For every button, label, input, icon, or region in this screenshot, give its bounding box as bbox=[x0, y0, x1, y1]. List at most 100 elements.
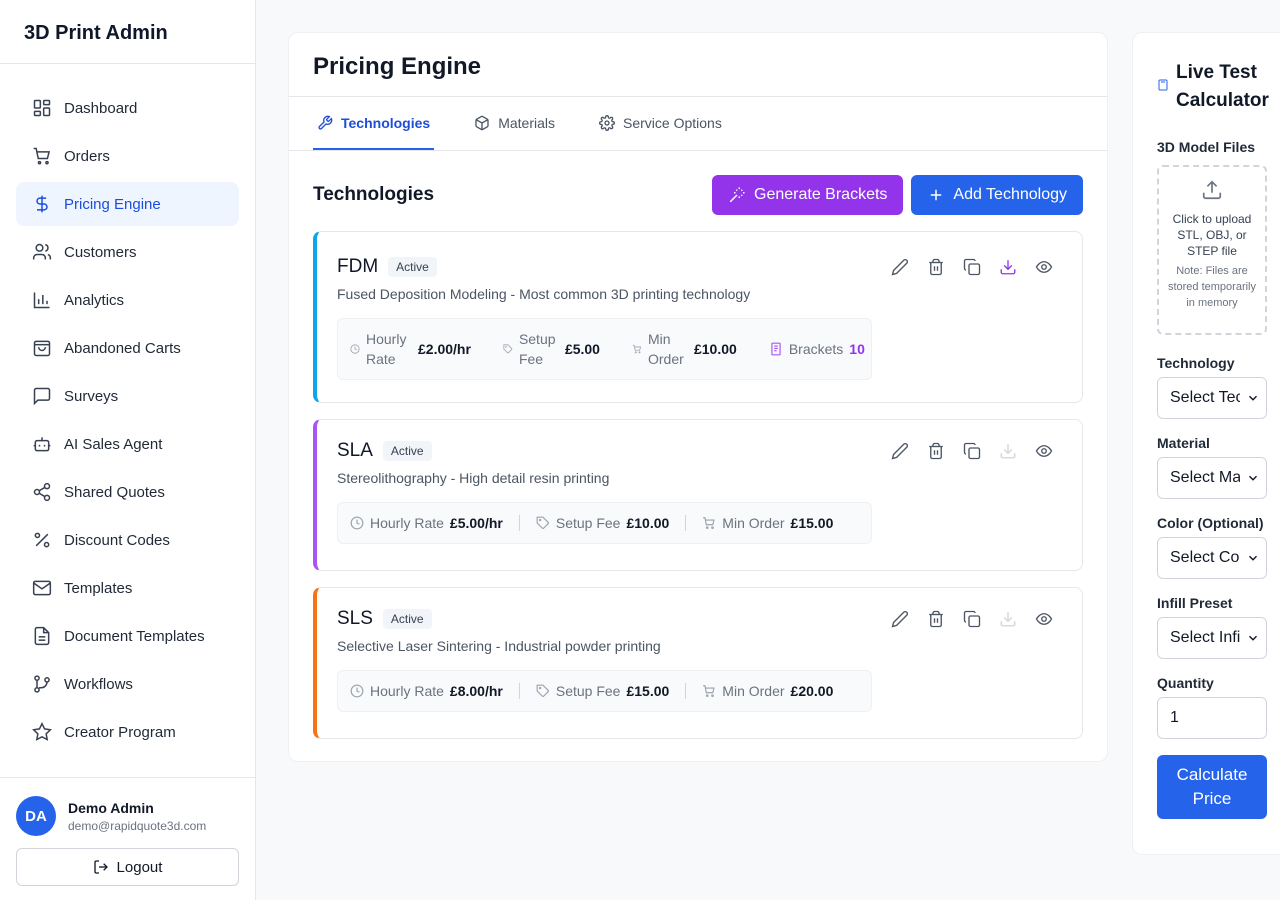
sidebar-item-customers[interactable]: Customers bbox=[16, 230, 239, 274]
min-order-value: £10.00 bbox=[693, 341, 737, 357]
app-title: 3D Print Admin bbox=[0, 0, 255, 64]
sidebar-item-label: Abandoned Carts bbox=[64, 339, 181, 357]
user-name: Demo Admin bbox=[68, 799, 154, 816]
cart-icon bbox=[703, 517, 716, 530]
tab-service-options[interactable]: Service Options bbox=[595, 97, 726, 150]
copy-icon bbox=[963, 442, 981, 460]
sidebar-item-surveys[interactable]: Surveys bbox=[16, 374, 239, 418]
sidebar-item-creator-program[interactable]: Creator Program bbox=[16, 710, 239, 754]
view-button[interactable] bbox=[1034, 609, 1054, 629]
logout-icon bbox=[93, 860, 108, 874]
document-icon bbox=[34, 626, 50, 646]
quantity-input[interactable]: 1 bbox=[1157, 697, 1267, 739]
sidebar-item-templates[interactable]: Templates bbox=[16, 566, 239, 610]
sidebar-item-label: Analytics bbox=[64, 291, 125, 309]
dollar-icon bbox=[36, 195, 48, 213]
sidebar-item-analytics[interactable]: Analytics bbox=[16, 278, 239, 322]
live-calculator-panel: Live Test Calculator 3D Model Files Clic… bbox=[1132, 32, 1280, 855]
technology-card-sla: SLA Active Stereolithography - High deta… bbox=[313, 419, 1083, 571]
min-order-value: £20.00 bbox=[790, 683, 834, 699]
material-select[interactable]: Select Material bbox=[1157, 457, 1267, 499]
generate-brackets-label: Generate Brackets bbox=[754, 186, 888, 203]
sidebar-item-abandoned-carts[interactable]: Abandoned Carts bbox=[16, 326, 239, 370]
sidebar-item-workflows[interactable]: Workflows bbox=[16, 662, 239, 706]
copy-icon bbox=[963, 258, 981, 276]
calculator-title: Live Test Calculator bbox=[1176, 62, 1269, 111]
download-icon bbox=[1000, 612, 1016, 627]
material-select-value: Select Material bbox=[1170, 469, 1240, 486]
logout-button[interactable]: Logout bbox=[16, 848, 239, 886]
pricing-stats: Hourly Rate £5.00/hr Setup Fee £10.00 Mi… bbox=[337, 502, 872, 544]
view-button[interactable] bbox=[1034, 257, 1054, 277]
sidebar-item-label: Pricing Engine bbox=[64, 195, 161, 213]
percent-icon bbox=[34, 532, 50, 548]
duplicate-button[interactable] bbox=[962, 257, 982, 277]
sidebar-item-label: Customers bbox=[64, 243, 137, 261]
user-area: DA Demo Admin demo@rapidquote3d.com Logo… bbox=[0, 777, 255, 900]
setup-fee-value: £15.00 bbox=[626, 683, 670, 699]
technology-description: Stereolithography - High detail resin pr… bbox=[337, 470, 610, 486]
box-icon bbox=[475, 115, 489, 130]
edit-button[interactable] bbox=[890, 609, 910, 629]
hourly-rate-value: £8.00/hr bbox=[449, 683, 503, 699]
hourly-rate-value: £2.00/hr bbox=[418, 341, 471, 357]
sidebar-item-document-templates[interactable]: Document Templates bbox=[16, 614, 239, 658]
sidebar-item-shared-quotes[interactable]: Shared Quotes bbox=[16, 470, 239, 514]
chevron-down-icon bbox=[1248, 555, 1258, 561]
technology-description: Selective Laser Sintering - Industrial p… bbox=[337, 638, 661, 654]
tab-technologies[interactable]: Technologies bbox=[313, 97, 435, 150]
sidebar-item-discount-codes[interactable]: Discount Codes bbox=[16, 518, 239, 562]
sidebar-item-dashboard[interactable]: Dashboard bbox=[16, 86, 239, 130]
logout-label: Logout bbox=[116, 858, 163, 876]
delete-button[interactable] bbox=[926, 441, 946, 461]
technology-description: Fused Deposition Modeling - Most common … bbox=[337, 286, 751, 302]
view-button[interactable] bbox=[1034, 441, 1054, 461]
calculate-price-button[interactable]: Calculate Price bbox=[1157, 755, 1267, 819]
technology-select[interactable]: Select Technology bbox=[1157, 377, 1267, 419]
generate-brackets-button[interactable]: Generate Brackets bbox=[712, 175, 904, 215]
technology-card-sls: SLS Active Selective Laser Sintering - I… bbox=[313, 587, 1083, 739]
duplicate-button[interactable] bbox=[962, 609, 982, 629]
download-button[interactable] bbox=[998, 257, 1018, 277]
share-icon bbox=[33, 482, 51, 502]
infill-select-value: Select Infill bbox=[1170, 629, 1240, 646]
add-technology-button[interactable]: Add Technology bbox=[911, 175, 1083, 215]
hourly-rate-label: Hourly Rate bbox=[370, 683, 444, 699]
edit-button[interactable] bbox=[890, 441, 910, 461]
trash-icon bbox=[929, 610, 943, 628]
technology-name: SLS bbox=[337, 608, 373, 629]
duplicate-button[interactable] bbox=[962, 441, 982, 461]
delete-button[interactable] bbox=[926, 609, 946, 629]
color-select[interactable]: Select Color bbox=[1157, 537, 1267, 579]
download-icon bbox=[1000, 260, 1016, 275]
eye-icon bbox=[1035, 613, 1053, 625]
technology-select-value: Select Technology bbox=[1170, 389, 1240, 406]
edit-button[interactable] bbox=[890, 257, 910, 277]
download-button[interactable] bbox=[998, 441, 1018, 461]
upload-note: Note: Files are stored temporarily in me… bbox=[1167, 265, 1257, 309]
user-profile: DA Demo Admin demo@rapidquote3d.com bbox=[16, 796, 239, 836]
infill-label: Infill Preset bbox=[1157, 595, 1233, 611]
sidebar-item-ai-sales-agent[interactable]: AI Sales Agent bbox=[16, 422, 239, 466]
tab-materials[interactable]: Materials bbox=[470, 97, 559, 150]
brackets-value: 10 bbox=[849, 341, 865, 357]
download-button[interactable] bbox=[998, 609, 1018, 629]
sidebar-item-orders[interactable]: Orders bbox=[16, 134, 239, 178]
file-upload-dropzone[interactable]: Click to upload STL, OBJ, or STEP file N… bbox=[1157, 165, 1267, 335]
clock-icon bbox=[350, 516, 364, 530]
copy-icon bbox=[963, 610, 981, 628]
pencil-icon bbox=[891, 611, 908, 628]
sidebar-item-label: Surveys bbox=[64, 387, 119, 405]
infill-select[interactable]: Select Infill bbox=[1157, 617, 1267, 659]
sidebar-item-pricing-engine[interactable]: Pricing Engine bbox=[16, 182, 239, 226]
tab-label: Materials bbox=[498, 114, 555, 131]
users-icon bbox=[32, 243, 52, 260]
color-select-value: Select Color bbox=[1170, 549, 1240, 566]
bag-icon bbox=[33, 340, 51, 357]
technology-label: Technology bbox=[1157, 355, 1235, 371]
section-title: Technologies bbox=[313, 184, 435, 205]
trash-icon bbox=[929, 258, 943, 276]
cart-icon bbox=[703, 685, 716, 698]
delete-button[interactable] bbox=[926, 257, 946, 277]
magic-wand-icon bbox=[729, 187, 745, 203]
